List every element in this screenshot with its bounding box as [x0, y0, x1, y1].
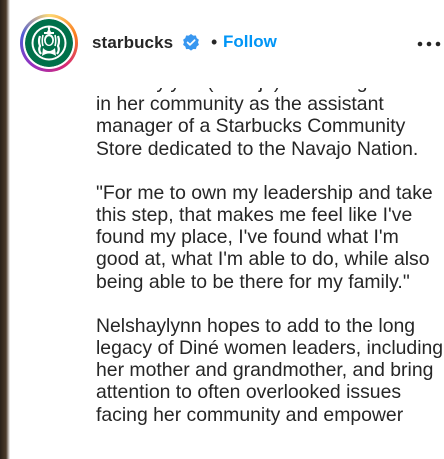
follow-button[interactable]: Follow: [223, 32, 277, 52]
caption-line: her mother and grandmother, and bring: [96, 359, 434, 382]
caption-line: good at, what I'm able to do, while also: [96, 248, 430, 271]
caption-line: attention to often overlooked issues: [96, 381, 402, 404]
background-image-edge: [0, 0, 10, 459]
caption-line: this step, that makes me feel like I've: [96, 204, 413, 227]
username-link[interactable]: starbucks: [92, 33, 173, 53]
avatar[interactable]: [25, 19, 73, 67]
caption-line: in her community as the assistant: [96, 93, 384, 116]
caption-line: Store dedicated to the Navajo Nation.: [96, 137, 419, 160]
caption-line: legacy of Diné women leaders, including: [96, 337, 444, 360]
caption-line: "For me to own my leadership and take: [96, 181, 433, 204]
caption-line: found my place, I've found what I'm: [96, 226, 399, 249]
caption-line: manager of a Starbucks Community: [96, 115, 406, 138]
caption-line: Nelshaylynn hopes to add to the long: [96, 314, 416, 337]
separator-dot: •: [211, 32, 218, 52]
post-caption: Nelshaylynn (Navajo) is serving in her c…: [96, 71, 444, 426]
caption-line: being able to be there for my family.": [96, 270, 410, 293]
caption-line: facing her community and empower: [96, 403, 404, 426]
instagram-post-view: Nelshaylynn (Navajo) is serving in her c…: [0, 0, 444, 459]
more-options-icon[interactable]: [414, 34, 444, 54]
verified-badge-icon: [183, 34, 199, 51]
post-header: starbucks • Follow: [10, 0, 444, 88]
story-ring[interactable]: [20, 14, 78, 72]
starbucks-siren-logo-icon: [25, 19, 73, 67]
